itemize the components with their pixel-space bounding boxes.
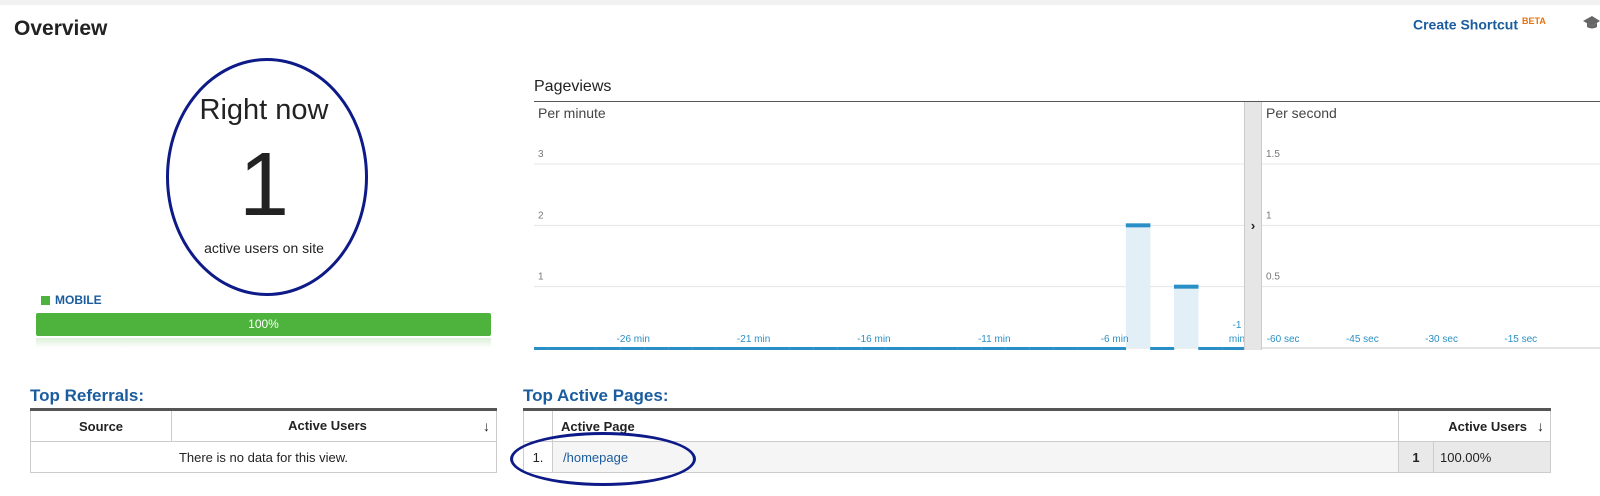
sort-down-icon[interactable]: ↓: [1537, 418, 1544, 434]
chart-title: Per minute: [538, 105, 606, 121]
x-tick-label: -26 min: [617, 334, 650, 345]
table-header-row: Active Page Active Users ↓: [523, 409, 1551, 442]
bar: [909, 347, 934, 350]
bar: [596, 347, 621, 350]
bar: [740, 347, 766, 350]
top-active-pages-title: Top Active Pages:: [523, 386, 669, 405]
bar: [1150, 347, 1175, 350]
bar: [692, 347, 717, 350]
device-share-bar[interactable]: 100%: [36, 313, 491, 336]
y-tick-label: 0.5: [1266, 272, 1280, 283]
y-tick-label: 1: [538, 272, 544, 283]
x-tick-label: -21 min: [737, 334, 770, 345]
source-column-header[interactable]: Source: [30, 409, 172, 442]
active-users-header-label: Active Users: [1448, 419, 1527, 434]
bar-fill: [1125, 225, 1151, 348]
bar: [1005, 347, 1030, 350]
create-shortcut-link[interactable]: Create Shortcut BETA: [1413, 16, 1546, 33]
empty-state-message: There is no data for this view.: [30, 441, 497, 473]
graduation-cap-icon[interactable]: [1583, 14, 1600, 30]
bar: [1053, 347, 1078, 350]
bar: [620, 347, 645, 350]
chart-title: Per second: [1266, 105, 1337, 121]
sort-down-icon[interactable]: ↓: [483, 418, 490, 434]
table-row: There is no data for this view.: [30, 441, 497, 473]
bar: [1222, 347, 1247, 350]
device-share-bar-reflection: [36, 338, 491, 348]
top-bar: [0, 0, 1600, 5]
bar: [861, 347, 886, 350]
y-tick-label: 1: [1266, 210, 1272, 221]
bar: [644, 347, 669, 350]
bar: [1077, 347, 1102, 350]
chevron-right-icon[interactable]: ›: [1244, 102, 1262, 350]
mobile-swatch: [41, 296, 50, 305]
x-tick-label: -11 min: [978, 334, 1011, 345]
bar: [765, 347, 790, 350]
device-legend-label: MOBILE: [55, 293, 102, 307]
x-tick-label: -30 sec: [1425, 334, 1458, 345]
top-referrals-table: Source Active Users ↓ There is no data fo…: [30, 408, 497, 473]
x-tick-label: -1 min: [1229, 320, 1245, 345]
bar: [716, 347, 741, 350]
y-tick-label: 2: [538, 210, 544, 221]
table-header-row: Source Active Users ↓: [30, 409, 497, 442]
pageviews-charts: Per minute 1 2 3 -26 min -21 min -16 min -11 mi…: [524, 102, 1600, 357]
x-tick-label: -45 sec: [1346, 334, 1379, 345]
active-users-header-label: Active Users: [288, 418, 367, 433]
y-tick-label: 1.5: [1266, 149, 1280, 160]
device-legend[interactable]: MOBILE: [41, 293, 102, 307]
pageviews-title: Pageviews: [534, 78, 612, 95]
x-tick-label: -60 sec: [1267, 334, 1300, 345]
bar: [933, 347, 958, 350]
bar: [789, 347, 814, 350]
bar: [957, 347, 982, 350]
bar: [885, 347, 910, 350]
bar: [524, 347, 549, 350]
active-users-column-header[interactable]: Active Users ↓: [171, 409, 497, 442]
bar: [1198, 347, 1223, 350]
bar: [1262, 347, 1600, 349]
active-page-column-header[interactable]: Active Page: [552, 409, 1399, 442]
bar: [1173, 284, 1199, 289]
bar-fill: [1173, 286, 1199, 348]
beta-badge: BETA: [1522, 16, 1546, 26]
bar: [837, 347, 862, 350]
bar: [813, 347, 838, 350]
y-tick-label: 3: [538, 149, 544, 160]
pageviews-chart-svg: Per minute 1 2 3 -26 min -21 min -16 min -11 mi…: [524, 105, 1600, 350]
page-title: Overview: [14, 17, 108, 40]
x-tick-label: -15 sec: [1504, 334, 1537, 345]
bar: [1029, 347, 1054, 350]
active-users-count: 1: [238, 135, 290, 235]
bar: [1125, 223, 1151, 228]
x-tick-label: -6 min: [1101, 334, 1129, 345]
top-referrals-title: Top Referrals:: [30, 386, 144, 405]
device-share-label: 100%: [248, 317, 279, 331]
x-tick-label: -16 min: [857, 334, 890, 345]
bar: [548, 347, 573, 350]
bar: [1102, 347, 1127, 350]
row-active-users: 1: [1398, 441, 1434, 473]
homepage-highlight-ellipse: [510, 432, 696, 486]
bar: [668, 347, 693, 350]
create-shortcut-label: Create Shortcut: [1413, 16, 1519, 33]
bar: [572, 347, 597, 350]
active-users-column-header[interactable]: Active Users ↓: [1398, 409, 1551, 442]
active-users-subtitle: active users on site: [204, 240, 324, 256]
row-active-percent: 100.00%: [1433, 441, 1551, 473]
bar: [981, 347, 1006, 350]
right-now-title: Right now: [199, 94, 329, 126]
